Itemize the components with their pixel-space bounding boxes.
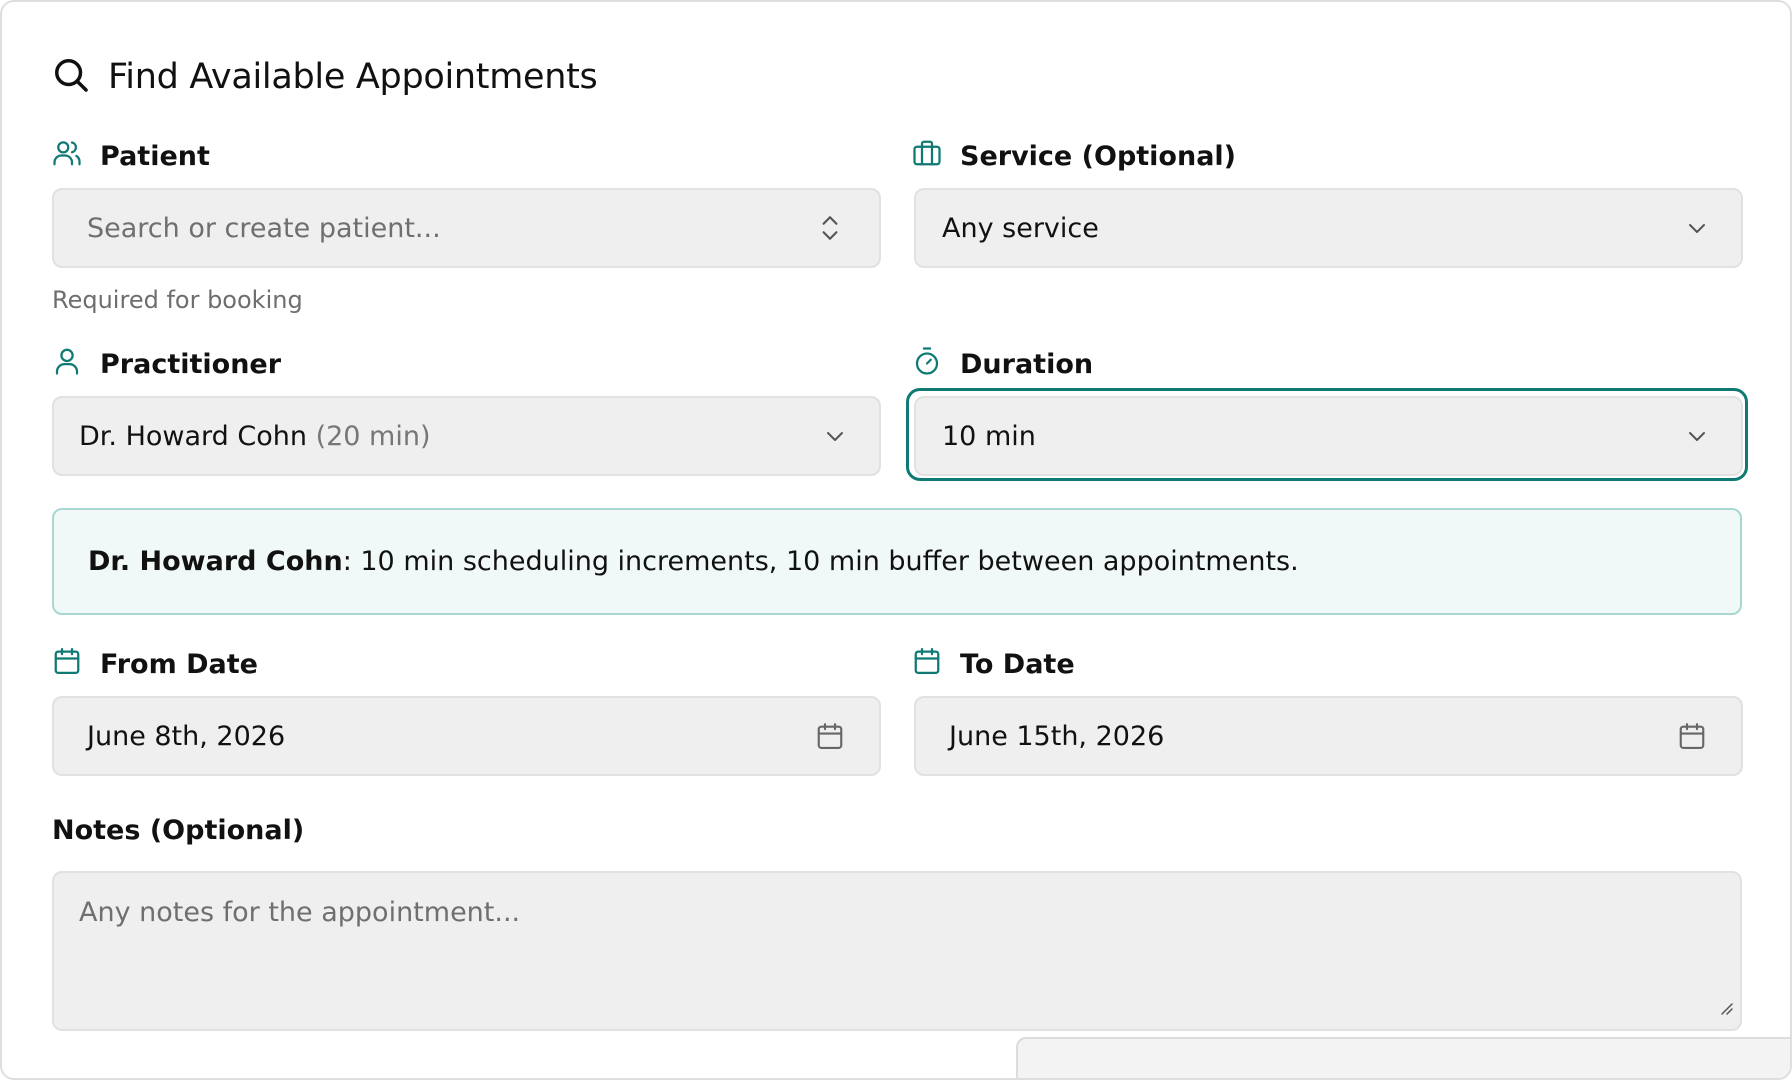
practitioner-duration: (20 min): [315, 420, 431, 452]
chevron-down-icon: [823, 424, 847, 448]
briefcase-icon: [912, 138, 942, 175]
duration-label-text: Duration: [960, 349, 1094, 380]
service-label-text: Service (Optional): [960, 141, 1237, 172]
patient-label: Patient: [52, 138, 210, 175]
timer-icon: [912, 346, 942, 383]
find-appointments-card: Find Available Appointments Patient Sear…: [0, 0, 1792, 1080]
to-date-label-text: To Date: [960, 649, 1075, 680]
duration-value: 10 min: [942, 420, 1036, 452]
practitioner-label-text: Practitioner: [100, 349, 282, 380]
patient-helper-text: Required for booking: [52, 286, 303, 314]
calendar-icon[interactable]: [815, 721, 845, 751]
practitioner-label: Practitioner: [52, 346, 281, 383]
practitioner-info-box: Dr. Howard Cohn: 10 min scheduling incre…: [52, 508, 1742, 615]
practitioner-select[interactable]: Dr. Howard Cohn (20 min): [52, 396, 881, 476]
calendar-icon[interactable]: [1677, 721, 1707, 751]
notes-placeholder: Any notes for the appointment...: [79, 897, 521, 928]
from-date-label: From Date: [52, 646, 258, 683]
from-date-label-text: From Date: [100, 649, 258, 680]
chevron-down-icon: [1685, 424, 1709, 448]
notes-label: Notes (Optional): [52, 815, 305, 846]
calendar-icon: [52, 646, 82, 683]
patient-label-text: Patient: [100, 141, 210, 172]
chevrons-up-down-icon: [817, 213, 843, 243]
users-icon: [52, 138, 82, 175]
notes-textarea[interactable]: Any notes for the appointment...: [52, 871, 1742, 1031]
card-header: Find Available Appointments: [52, 56, 598, 98]
from-date-input[interactable]: June 8th, 2026: [52, 696, 881, 776]
to-date-label: To Date: [912, 646, 1075, 683]
service-select[interactable]: Any service: [914, 188, 1743, 268]
duration-select[interactable]: 10 min: [914, 396, 1743, 476]
chevron-down-icon: [1685, 216, 1709, 240]
resize-handle-icon[interactable]: [1718, 992, 1734, 1023]
practitioner-name: Dr. Howard Cohn: [79, 420, 307, 452]
search-icon: [52, 56, 90, 98]
info-details: : 10 min scheduling increments, 10 min b…: [342, 546, 1299, 577]
bottom-panel: [1016, 1037, 1790, 1078]
from-date-value: June 8th, 2026: [87, 720, 286, 752]
page-title: Find Available Appointments: [108, 57, 598, 97]
practitioner-value: Dr. Howard Cohn (20 min): [54, 421, 823, 452]
to-date-input[interactable]: June 15th, 2026: [914, 696, 1743, 776]
calendar-icon: [912, 646, 942, 683]
user-icon: [52, 346, 82, 383]
patient-placeholder: Search or create patient...: [87, 212, 441, 244]
info-practitioner-name: Dr. Howard Cohn: [88, 546, 343, 577]
service-value: Any service: [942, 212, 1099, 244]
patient-combobox[interactable]: Search or create patient...: [52, 188, 881, 268]
duration-label: Duration: [912, 346, 1093, 383]
service-label: Service (Optional): [912, 138, 1236, 175]
to-date-value: June 15th, 2026: [949, 720, 1165, 752]
info-text: Dr. Howard Cohn: 10 min scheduling incre…: [88, 546, 1299, 577]
